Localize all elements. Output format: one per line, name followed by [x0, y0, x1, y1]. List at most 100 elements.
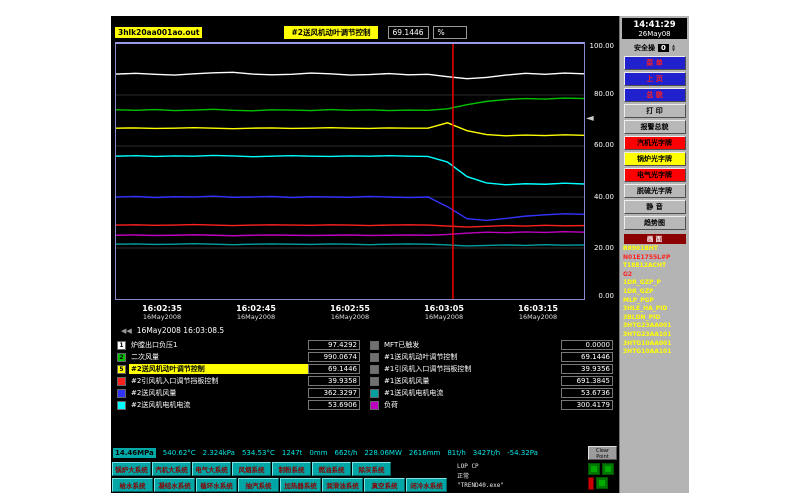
legend-label[interactable]: MFT已触发	[382, 340, 561, 350]
legend-label[interactable]: 负荷	[382, 400, 561, 410]
nav-button[interactable]: 真空系统	[364, 478, 405, 492]
nav-button[interactable]: 汽机大系统	[152, 462, 191, 476]
cursor-timestamp: 16May2008 16:03:08.5	[137, 326, 224, 335]
sidebar-list-item[interactable]: T18E12ACHT	[623, 262, 686, 271]
legend-label[interactable]: 炉膛出口负压1	[129, 340, 308, 350]
sidebar-button[interactable]: 静 音	[624, 200, 686, 214]
sidebar-button[interactable]: 打 印	[624, 104, 686, 118]
legend-label[interactable]: #2引风机入口调节挡板控制	[129, 376, 308, 386]
legend-label[interactable]: #1送风机风量	[382, 376, 561, 386]
sidebar-button[interactable]: 上 页	[624, 72, 686, 86]
y-tick-label: 60.00	[594, 141, 614, 149]
sidebar-list-item[interactable]: 3HTG10AA101	[623, 348, 686, 357]
legend-value: 69.1446	[308, 364, 360, 374]
nav-button[interactable]: 除灰系统	[352, 462, 391, 476]
sidebar-list-item[interactable]: MLP_PGP	[623, 297, 686, 306]
status-value: 2616mm	[409, 449, 440, 457]
sidebar-button[interactable]: 报警总貌	[624, 120, 686, 134]
point-tag[interactable]: 3hlk20aa001ao.out	[115, 27, 202, 38]
status-value: 1247t	[282, 449, 303, 457]
sidebar-list-item[interactable]: 3BLDN_PID	[623, 314, 686, 323]
status-value: 228.06MW	[364, 449, 401, 457]
sidebar-list-item[interactable]: B8901BHT	[623, 245, 686, 254]
legend-value: 990.0674	[308, 352, 360, 362]
legend-label[interactable]: #2送风机风量	[129, 388, 308, 398]
clear-point-button[interactable]: Clear Point	[588, 446, 617, 460]
legend-color-chip	[117, 389, 126, 398]
nav-button[interactable]: 循环水系统	[196, 478, 237, 492]
legend-value: 97.4292	[308, 340, 360, 350]
sidebar-list-item[interactable]: 3HTG10AA001	[623, 340, 686, 349]
nav-button[interactable]: 抽汽系统	[238, 478, 279, 492]
scale-marker-icon[interactable]: ◄	[586, 114, 594, 124]
nav-button[interactable]: 加热器系统	[280, 478, 321, 492]
status-value: 14.46MPa	[113, 448, 156, 458]
nav-button[interactable]: 电气大系统	[192, 462, 231, 476]
legend-color-chip	[117, 401, 126, 410]
sidebar-button[interactable]: 锅炉光字牌	[624, 152, 686, 166]
y-tick-label: 20.00	[594, 244, 614, 252]
legend-row: #1送风机动叶调节控制69.1446	[370, 352, 613, 362]
monitor-icon[interactable]	[588, 463, 600, 475]
sidebar-list-item[interactable]: G2	[623, 271, 686, 280]
dcs-trend-window: 3hlk20aa001ao.out #2送风机动叶调节控制 69.1446 % …	[111, 16, 689, 493]
x-tick: 16:02:3516May2008	[142, 304, 182, 321]
y-tick-label: 100.00	[590, 42, 615, 50]
legend-right-column: MFT已触发0.0000#1送风机动叶调节控制69.1446#1引风机入口调节挡…	[370, 340, 613, 410]
sidebar-list-item[interactable]: 3HLE_HA_PID	[623, 305, 686, 314]
legend-label[interactable]: #2送风机电机电流	[129, 400, 308, 410]
legend-label[interactable]: 二次风量	[129, 352, 308, 362]
status-value: -54.32Pa	[507, 449, 538, 457]
legend-value: 69.1446	[561, 352, 613, 362]
legend-color-chip: 1	[117, 341, 126, 350]
spinner-icon[interactable]: ▲▼	[672, 44, 675, 51]
legend-label[interactable]: #1送风机动叶调节控制	[382, 352, 561, 362]
sidebar-button[interactable]: 脱硫光字牌	[624, 184, 686, 198]
trend-chart[interactable]	[115, 42, 585, 300]
screen-list: B8901BHTN01E1755L#PT18E12ACHTG21DR_GZP_P…	[623, 245, 686, 357]
x-tick-time: 16:02:45	[236, 304, 276, 313]
sidebar-list-item[interactable]: 3HTG23AA001	[623, 322, 686, 331]
legend-row: #2送风机电机电流53.6906	[117, 400, 360, 410]
clock: 14:41:29 26May08	[622, 18, 687, 39]
sidebar-list-item[interactable]: 1DR_GZP	[623, 288, 686, 297]
legend-value: 39.9356	[561, 364, 613, 374]
sidebar-list-item[interactable]: N01E1755L#P	[623, 254, 686, 263]
nav-button[interactable]: 闭冷水系统	[406, 478, 447, 492]
nav-button[interactable]: 制粉系统	[272, 462, 311, 476]
sidebar-button-stack: 菜 单上 页总 貌打 印报警总貌汽机光字牌锅炉光字牌电气光字牌脱硫光字牌静 音趋…	[620, 54, 689, 230]
nav-button[interactable]: 给水系统	[112, 478, 153, 492]
x-tick-date: 16May2008	[518, 313, 558, 321]
x-axis: 16:02:3516May200816:02:4516May200816:02:…	[115, 304, 585, 324]
legend-row: #2引风机入口调节挡板控制39.9358	[117, 376, 360, 386]
mini-icon-tray	[588, 463, 618, 492]
sidebar-button[interactable]: 趋势图	[624, 216, 686, 230]
legend-label[interactable]: #2送风机动叶调节控制	[129, 364, 308, 374]
sidebar-button[interactable]: 电气光字牌	[624, 168, 686, 182]
legend-color-chip	[370, 365, 379, 374]
sidebar-button[interactable]: 总 貌	[624, 88, 686, 102]
sidebar-button[interactable]: 汽机光字牌	[624, 136, 686, 150]
y-tick-label: 40.00	[594, 193, 614, 201]
monitor-icon[interactable]	[602, 463, 614, 475]
cursor-step-icon[interactable]: ◀◀	[121, 327, 132, 335]
status-value: 540.62°C	[163, 449, 196, 457]
x-tick-time: 16:02:35	[142, 304, 182, 313]
trend-plot-svg	[116, 44, 584, 299]
nav-button[interactable]: 润滑油系统	[322, 478, 363, 492]
nav-button[interactable]: 风烟系统	[232, 462, 271, 476]
sidebar-list-item[interactable]: 3HTG23AA101	[623, 331, 686, 340]
legend-label[interactable]: #1引风机入口调节挡板控制	[382, 364, 561, 374]
nav-button[interactable]: 燃油系统	[312, 462, 351, 476]
x-tick-time: 16:03:05	[424, 304, 464, 313]
sidebar-button[interactable]: 菜 单	[624, 56, 686, 70]
legend-label[interactable]: #1送风机电机电流	[382, 388, 561, 398]
x-tick: 16:02:4516May2008	[236, 304, 276, 321]
nav-button[interactable]: 锅炉大系统	[112, 462, 151, 476]
legend-color-chip	[370, 377, 379, 386]
legend-value: 300.4179	[561, 400, 613, 410]
status-value: 2.324kPa	[203, 449, 235, 457]
sidebar-list-item[interactable]: 1DR_GZP_P	[623, 279, 686, 288]
nav-button[interactable]: 凝结水系统	[154, 478, 195, 492]
monitor-icon[interactable]	[596, 477, 608, 489]
